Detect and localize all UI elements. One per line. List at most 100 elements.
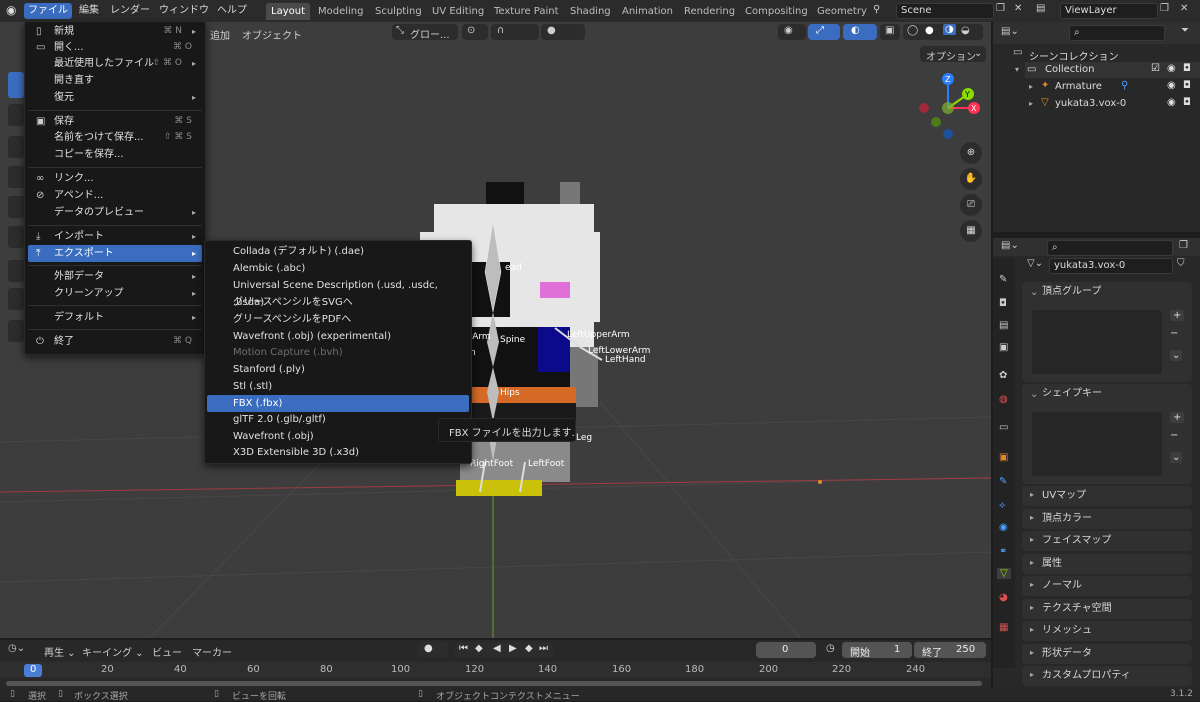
pin-icon[interactable]: ❐	[1179, 240, 1188, 251]
menu-render[interactable]: レンダー	[106, 3, 154, 19]
add-icon[interactable]: +	[1170, 412, 1185, 423]
file-link[interactable]: ∞ リンク...	[28, 170, 202, 187]
chevron-down-icon[interactable]: ⌄	[1030, 389, 1038, 400]
export-collada[interactable]: Collada (デフォルト) (.dae)	[207, 243, 469, 260]
panel-vertex-colors[interactable]: ▸ 頂点カラー	[1022, 509, 1192, 529]
shape-key-list[interactable]	[1032, 412, 1162, 476]
file-export[interactable]: ⤒ エクスポート ▸	[28, 245, 202, 262]
file-append[interactable]: ⊘ アペンド...	[28, 187, 202, 204]
tool-transform[interactable]	[8, 226, 24, 248]
output-tab-icon[interactable]: ▤	[999, 320, 1008, 331]
gizmo-toggle[interactable]: ⤢	[808, 24, 840, 40]
wireframe-shading-icon[interactable]: ◯	[907, 25, 918, 36]
visibility-dropdown[interactable]: ◉	[778, 24, 806, 40]
timeline-editor-type-icon[interactable]: ◷⌄	[8, 643, 25, 654]
xray-toggle[interactable]: ▣	[880, 24, 900, 40]
chevron-down-icon[interactable]: ⌄	[1030, 287, 1038, 298]
remove-icon[interactable]: −	[1170, 328, 1178, 339]
viewlayer-field[interactable]: ViewLayer	[1060, 3, 1158, 19]
material-shading-icon[interactable]: ◑	[943, 24, 956, 35]
vertex-group-list[interactable]	[1032, 310, 1162, 374]
scene-tab-icon[interactable]: ✿	[999, 370, 1007, 381]
jump-end-icon[interactable]: ⏭	[539, 643, 548, 654]
file-revert[interactable]: 開き直す	[28, 72, 202, 89]
outliner-row-armature[interactable]: ▸ ✦ Armature ⚲ ◉ ◘	[1025, 79, 1200, 95]
file-import[interactable]: ⤓ インポート ▸	[28, 228, 202, 245]
properties-search-input[interactable]: ⌕	[1047, 240, 1173, 256]
camera-icon[interactable]: ◘	[1183, 63, 1191, 74]
file-data-previews[interactable]: データのプレビュー ▸	[28, 204, 202, 221]
shading-mode-group[interactable]: ◯ ● ◑ ◒	[903, 24, 983, 40]
outliner-editor-type-icon[interactable]: ▤⌄	[1001, 26, 1019, 37]
copy-viewlayer-icon[interactable]: ❐	[1160, 3, 1169, 14]
pan-hand-icon[interactable]: ✋	[960, 168, 982, 190]
file-quit[interactable]: ⏻ 終了 ⌘ Q	[28, 333, 202, 350]
pivot-dropdown[interactable]: ⊙	[462, 24, 488, 40]
tool-add-cube[interactable]	[8, 320, 24, 342]
tab-compositing[interactable]: Compositing	[740, 3, 813, 20]
next-keyframe-icon[interactable]: ◆	[525, 643, 533, 654]
scene-collection-label[interactable]: シーンコレクション	[1029, 48, 1119, 63]
modifier-tab-icon[interactable]: ✎	[999, 476, 1007, 487]
zoom-icon[interactable]: ⊕	[960, 142, 982, 164]
playback-controls[interactable]: ⏮ ◆ ◀ ▶ ◆ ⏭	[455, 642, 553, 658]
file-open[interactable]: ▭ 開く... ⌘ O	[28, 39, 202, 56]
end-frame-field[interactable]: 終了 250	[914, 642, 986, 659]
panel-texture-space[interactable]: ▸ テクスチャ空間	[1022, 599, 1192, 619]
eye-icon[interactable]: ◉	[1167, 80, 1176, 91]
add-icon[interactable]: +	[1170, 310, 1185, 321]
outliner-row-collection[interactable]: ▭ Collection ☑ ◉ ◘	[1025, 62, 1200, 78]
file-cleanup[interactable]: クリーンアップ ▸	[28, 285, 202, 302]
start-frame-field[interactable]: 開始 1	[842, 642, 912, 659]
object-menu[interactable]: オブジェクト	[242, 27, 302, 42]
expand-icon[interactable]: ▸	[1029, 99, 1033, 108]
filter-icon[interactable]: ⏷	[1181, 25, 1189, 36]
add-menu[interactable]: 追加	[210, 27, 230, 42]
expand-icon[interactable]: ▸	[1029, 82, 1033, 91]
prev-keyframe-icon[interactable]: ◆	[475, 643, 483, 654]
tool-select[interactable]	[8, 72, 24, 98]
tab-shading[interactable]: Shading	[565, 3, 616, 20]
tab-layout[interactable]: Layout	[266, 3, 310, 20]
overlay-toggle[interactable]: ◐	[843, 24, 877, 40]
options-dropdown[interactable]: オプション ⌄	[920, 46, 986, 63]
panel-custom-properties[interactable]: ▸ カスタムプロパティ	[1022, 666, 1192, 686]
file-save-as[interactable]: 名前をつけて保存... ⇧ ⌘ S	[28, 129, 202, 146]
file-external-data[interactable]: 外部データ ▸	[28, 268, 202, 285]
panel-geometry-data[interactable]: ▸ 形状データ	[1022, 644, 1192, 664]
perspective-grid-icon[interactable]: ▦	[960, 220, 982, 242]
tab-sculpting[interactable]: Sculpting	[370, 3, 427, 20]
jump-start-icon[interactable]: ⏮	[459, 643, 468, 654]
particles-tab-icon[interactable]: ⟡	[999, 500, 1006, 511]
delete-scene-icon[interactable]: ✕	[1014, 3, 1022, 14]
file-new[interactable]: ▯ 新規 ⌘ N ▸	[28, 23, 202, 40]
proportional-edit-toggle[interactable]: ●	[541, 24, 585, 40]
chevron-down-icon[interactable]: ⌄	[1170, 350, 1183, 361]
export-obj[interactable]: Wavefront (.obj)	[207, 428, 469, 445]
fake-user-icon[interactable]: ⛉	[1177, 258, 1185, 269]
menu-window[interactable]: ウィンドウ	[155, 3, 213, 19]
playback-menu[interactable]: 再生 ⌄	[44, 644, 76, 659]
eye-icon[interactable]: ◉	[1167, 63, 1176, 74]
export-gp-svg[interactable]: グリースペンシルをSVGへ	[207, 294, 469, 311]
render-tab-icon[interactable]: ◘	[999, 298, 1007, 309]
mesh-name-field[interactable]: yukata3.vox-0	[1049, 258, 1173, 274]
export-stl[interactable]: Stl (.stl)	[207, 378, 469, 395]
tab-animation[interactable]: Animation	[617, 3, 678, 20]
timeline-scrollbar[interactable]	[6, 681, 982, 686]
camera-icon[interactable]: ◘	[1183, 97, 1191, 108]
file-recover[interactable]: 復元 ▸	[28, 89, 202, 106]
properties-editor-type-icon[interactable]: ▤⌄	[1001, 240, 1019, 251]
marker-menu[interactable]: マーカー	[192, 644, 232, 659]
export-gp-pdf[interactable]: グリースペンシルをPDFへ	[207, 311, 469, 328]
scene-field[interactable]: Scene	[896, 3, 994, 19]
play-reverse-icon[interactable]: ◀	[493, 643, 501, 654]
tab-uv-editing[interactable]: UV Editing	[427, 3, 489, 20]
panel-uv-maps[interactable]: ▸ UVマップ	[1022, 486, 1192, 506]
tool-move[interactable]	[8, 136, 24, 158]
camera-icon[interactable]: ⎚	[960, 194, 982, 216]
export-alembic[interactable]: Alembic (.abc)	[207, 260, 469, 277]
tool-tab-icon[interactable]: ✎	[999, 274, 1007, 285]
tab-geometry[interactable]: Geometry	[812, 3, 872, 20]
material-tab-icon[interactable]: ◕	[999, 592, 1008, 603]
